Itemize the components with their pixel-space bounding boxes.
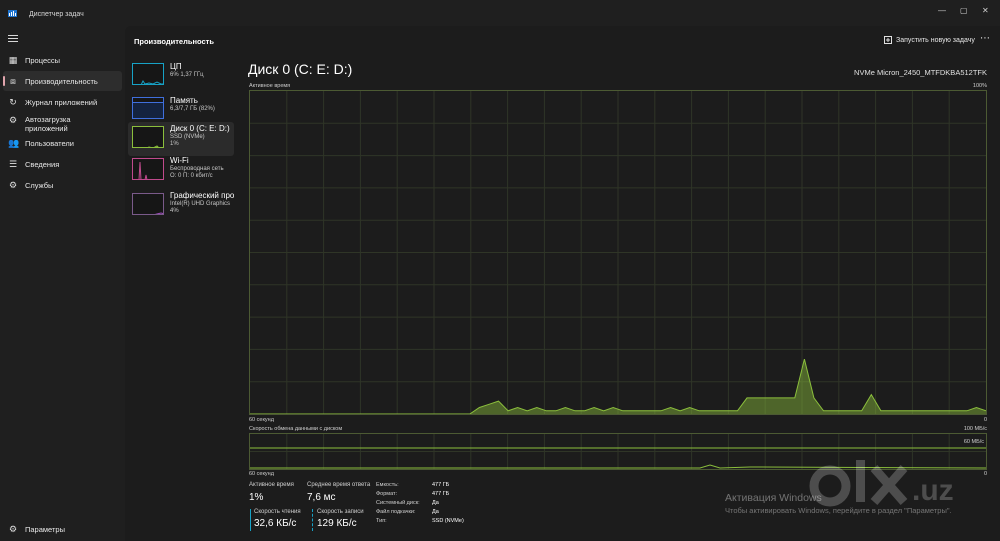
nav-item-startup[interactable]: ⚙ Автозагрузка приложений	[0, 113, 122, 135]
active-time-stat-value: 1%	[249, 492, 264, 503]
page-title: Производительность	[134, 37, 214, 46]
processes-icon: ▦	[8, 55, 18, 65]
activation-watermark-text: Чтобы активировать Windows, перейдите в …	[725, 506, 952, 515]
maximize-button[interactable]: ▢	[960, 6, 968, 15]
wifi-thumbnail	[132, 158, 164, 180]
resource-name: Wi-Fi	[170, 156, 189, 165]
prop-capacity-label: Емкость:	[376, 482, 399, 488]
resource-wifi[interactable]: Wi-Fi Беспроводная сеть О: 0 П: 0 кбит/с	[128, 154, 234, 188]
resource-cpu[interactable]: ЦП 6% 1,37 ГГц	[128, 59, 234, 93]
nav-item-label: Службы	[25, 180, 54, 190]
write-indicator	[312, 509, 313, 531]
nav-item-label: Параметры	[25, 524, 65, 534]
resource-sub2: 4%	[170, 208, 179, 214]
window-title: Диспетчер задач	[29, 11, 84, 18]
navigation-pane: ▦ Процессы ⧈ Производительность ↻ Журнал…	[0, 26, 125, 541]
cpu-thumbnail	[132, 63, 164, 85]
nav-item-label: Автозагрузка приложений	[25, 115, 71, 133]
x-axis-left-label-2: 60 секунд	[249, 471, 274, 477]
app-history-icon: ↻	[9, 97, 17, 107]
active-indicator	[3, 76, 5, 86]
active-time-graph	[249, 90, 987, 415]
services-icon: ⚙	[8, 180, 18, 190]
hamburger-menu-icon[interactable]	[8, 35, 18, 43]
x-axis-right-label: 0	[983, 417, 987, 423]
avg-response-value: 7,6 мс	[307, 492, 336, 503]
active-time-stat-label: Активное время	[249, 482, 294, 488]
nav-item-label: Журнал приложений	[25, 97, 98, 107]
transfer-mid-label: 60 МБ/с	[963, 439, 984, 445]
nav-item-label: Производительность	[25, 76, 98, 86]
disk-model: NVMe Micron_2450_MTFDKBA512TFK	[854, 68, 987, 77]
read-speed-label: Скорость чтения	[254, 509, 301, 515]
nav-item-label: Процессы	[25, 55, 61, 65]
nav-item-label: Сведения	[25, 159, 60, 169]
avg-response-label: Среднее время ответа	[307, 482, 371, 488]
disk-thumbnail	[132, 126, 164, 148]
resource-sub: Intel(R) UHD Graphics	[170, 201, 231, 207]
prop-pagefile-value: Да	[432, 509, 439, 515]
prop-type-label: Тип:	[376, 518, 387, 524]
resource-sub: Беспроводная сеть	[170, 166, 224, 172]
nav-item-details[interactable]: ☰ Сведения	[0, 154, 122, 174]
nav-item-label: Пользователи	[25, 138, 74, 148]
title-bar: Диспетчер задач — ▢ ✕	[0, 0, 1000, 26]
prop-capacity-value: 477 ГБ	[432, 482, 450, 488]
nav-item-services[interactable]: ⚙ Службы	[0, 175, 122, 195]
task-manager-icon	[8, 10, 17, 17]
read-speed-value: 32,6 КБ/с	[254, 518, 297, 529]
nav-item-settings[interactable]: ⚙ Параметры	[0, 519, 122, 539]
active-time-max-label: 100%	[972, 83, 987, 89]
gear-icon: ⚙	[8, 524, 18, 534]
resource-sub: SSD (NVMe)	[170, 134, 205, 140]
prop-format-value: 477 ГБ	[432, 491, 450, 497]
resource-gpu[interactable]: Графический про Intel(R) UHD Graphics 4%	[128, 189, 234, 223]
resource-name: Диск 0 (C: E: D:)	[170, 124, 230, 133]
resource-sub2: 1%	[170, 141, 179, 147]
more-options-button[interactable]: ⋯	[980, 33, 990, 44]
resource-name: ЦП	[170, 62, 182, 71]
close-button[interactable]: ✕	[982, 6, 989, 15]
resource-sub2: О: 0 П: 0 кбит/с	[170, 173, 213, 179]
nav-item-users[interactable]: 👥 Пользователи	[0, 133, 122, 153]
activation-watermark-title: Активация Windows	[725, 492, 822, 504]
minimize-button[interactable]: —	[938, 6, 946, 15]
disk-title: Диск 0 (C: E: D:)	[248, 61, 353, 77]
details-icon: ☰	[8, 159, 18, 169]
active-time-graph-label: Активное время	[249, 83, 291, 89]
prop-pagefile-label: Файл подкачки:	[376, 509, 416, 515]
prop-system-disk-value: Да	[432, 500, 439, 506]
x-axis-left-label: 60 секунд	[249, 417, 274, 423]
users-icon: 👥	[8, 138, 20, 148]
run-task-label: Запустить новую задачу	[896, 36, 975, 44]
resource-name: Графический про	[170, 191, 235, 200]
transfer-max-label: 100 МБ/с	[963, 426, 987, 432]
resource-name: Память	[170, 96, 198, 105]
read-indicator	[250, 509, 251, 531]
run-new-task-button[interactable]: Запустить новую задачу	[884, 36, 975, 44]
gpu-thumbnail	[132, 193, 164, 215]
run-task-icon	[884, 36, 892, 44]
active-time-chart	[250, 91, 987, 415]
resource-sub: 6% 1,37 ГГц	[170, 72, 204, 78]
nav-item-app-history[interactable]: ↻ Журнал приложений	[0, 92, 122, 112]
startup-icon: ⚙	[8, 115, 18, 125]
write-speed-label: Скорость записи	[317, 509, 364, 515]
memory-thumbnail	[132, 97, 164, 119]
resource-disk[interactable]: Диск 0 (C: E: D:) SSD (NVMe) 1%	[128, 122, 234, 156]
prop-system-disk-label: Системный диск:	[376, 500, 420, 506]
prop-format-label: Формат:	[376, 491, 398, 497]
prop-type-value: SSD (NVMe)	[432, 518, 464, 524]
nav-item-performance[interactable]: ⧈ Производительность	[3, 71, 122, 91]
olx-domain: .uz	[912, 474, 954, 507]
performance-icon: ⧈	[10, 76, 16, 86]
nav-item-processes[interactable]: ▦ Процессы	[0, 50, 122, 70]
transfer-graph-label: Скорость обмена данными с диском	[249, 426, 343, 432]
write-speed-value: 129 КБ/с	[317, 518, 357, 529]
resource-sub: 6,3/7,7 ГБ (82%)	[170, 106, 215, 112]
